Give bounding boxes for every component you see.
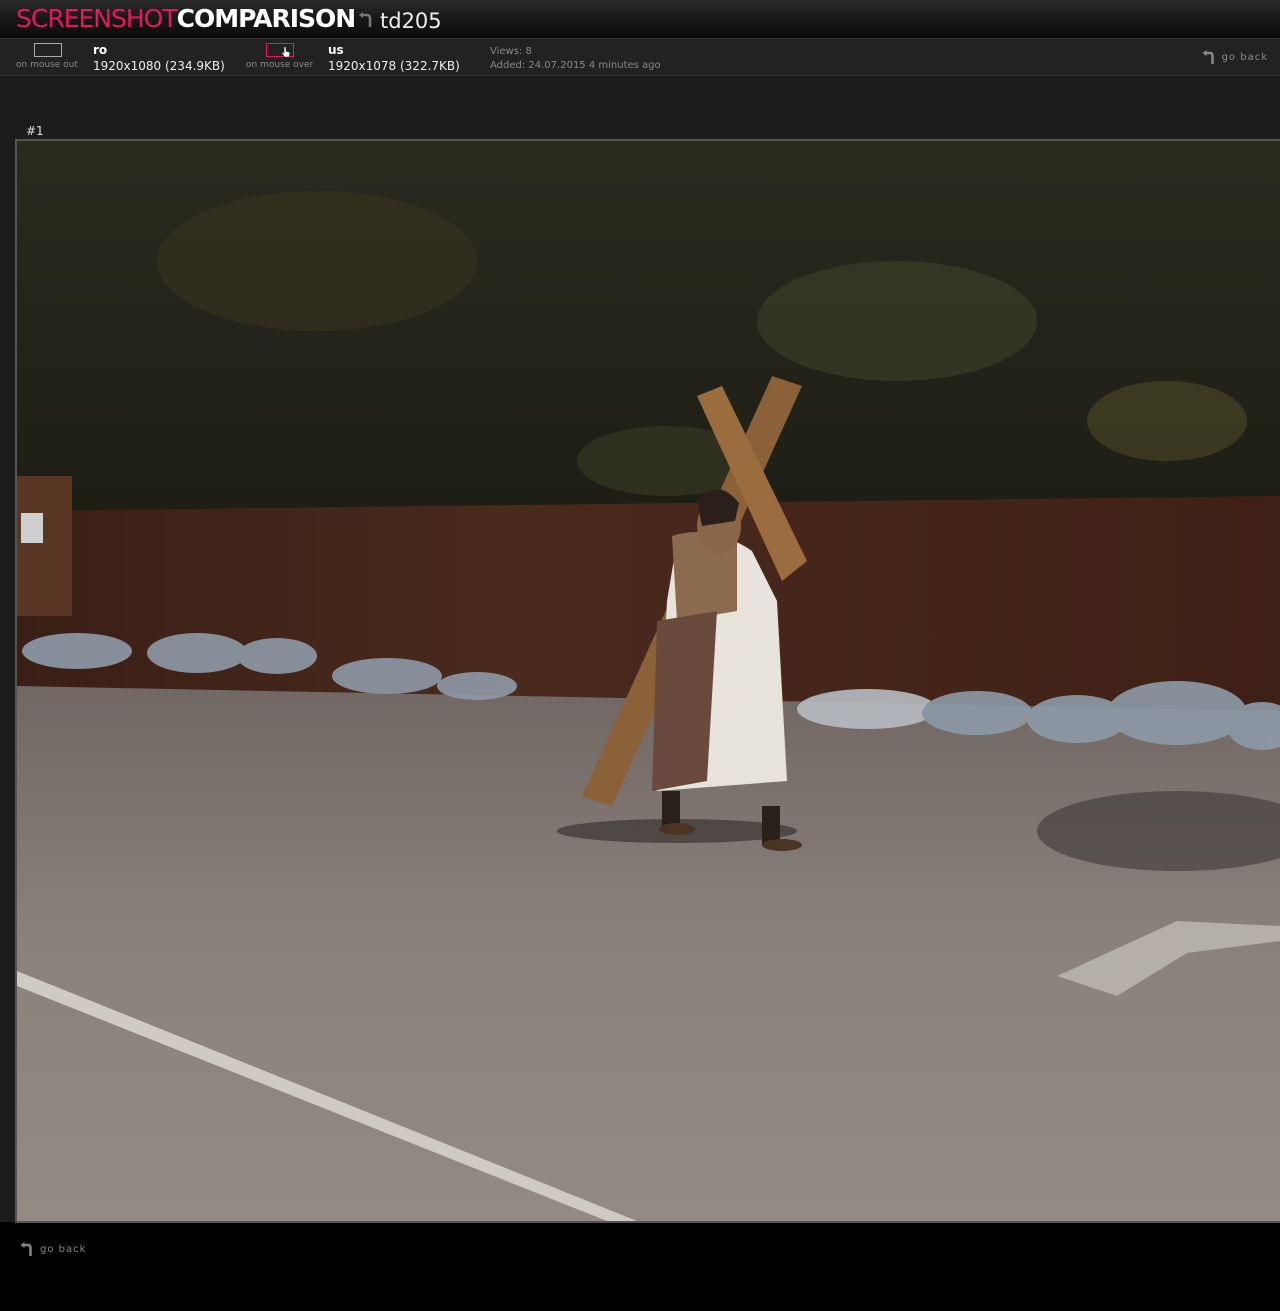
hook-arrow-icon bbox=[1202, 50, 1214, 64]
mode-mouse-out-icon[interactable] bbox=[34, 43, 62, 57]
added-date: Added: 24.07.2015 4 minutes ago bbox=[490, 60, 661, 71]
mode-mouse-over-icon[interactable] bbox=[266, 43, 294, 58]
info-bar: on mouse out ro 1920x1080 (234.9KB) on m… bbox=[0, 39, 1280, 76]
logo-part-screenshot: SCREENSHOT bbox=[16, 4, 178, 33]
site-header: SCREENSHOTCOMPARISON td205 bbox=[0, 0, 1280, 39]
go-back-label: go back bbox=[40, 1244, 87, 1255]
comparison-title: td205 bbox=[380, 9, 442, 33]
film-frame-image bbox=[17, 141, 1280, 1221]
mode-mouse-out-label: on mouse out bbox=[16, 60, 78, 70]
version-b-name: us bbox=[328, 43, 344, 57]
go-back-label: go back bbox=[1221, 52, 1268, 63]
version-a-name: ro bbox=[93, 43, 108, 57]
views-count: Views: 8 bbox=[490, 46, 532, 57]
version-a-info: 1920x1080 (234.9KB) bbox=[93, 59, 225, 73]
go-back-link-top[interactable]: go back bbox=[1202, 50, 1268, 65]
version-b-info: 1920x1078 (322.7KB) bbox=[328, 59, 460, 73]
screenshot-image[interactable] bbox=[15, 139, 1280, 1223]
logo-part-comparison: COMPARISON bbox=[176, 4, 357, 33]
hand-cursor-icon bbox=[281, 46, 291, 58]
hook-arrow-icon bbox=[20, 1242, 32, 1256]
screenshot-number: #1 bbox=[26, 124, 44, 138]
go-back-link-bottom[interactable]: go back bbox=[20, 1242, 86, 1257]
hook-arrow-icon bbox=[359, 12, 372, 27]
site-logo[interactable]: SCREENSHOTCOMPARISON bbox=[16, 4, 357, 34]
mode-mouse-over-label: on mouse over bbox=[246, 60, 314, 70]
